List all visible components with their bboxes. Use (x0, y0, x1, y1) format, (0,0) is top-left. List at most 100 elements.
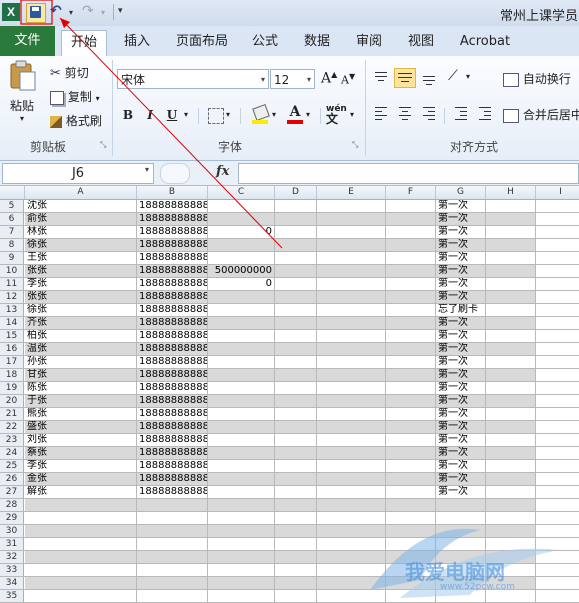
cell-g[interactable]: 第一次 (436, 447, 486, 459)
cell-d[interactable] (275, 421, 317, 433)
cell-g[interactable]: 第一次 (436, 291, 486, 303)
cell-c[interactable] (208, 200, 275, 212)
cell-c[interactable]: 500000000 (208, 265, 275, 277)
cell-h[interactable] (486, 395, 536, 407)
cell-d[interactable] (275, 473, 317, 485)
cell-h[interactable] (486, 265, 536, 277)
row-header[interactable]: 20 (0, 395, 24, 407)
cell-i[interactable] (536, 577, 579, 589)
cell-d[interactable] (275, 512, 317, 524)
tab-insert[interactable]: 插入 (118, 30, 156, 56)
row-header[interactable]: 13 (0, 304, 24, 316)
cell-i[interactable] (536, 304, 579, 316)
cell-b[interactable]: 18888888888 (137, 252, 208, 264)
cell-g[interactable]: 第一次 (436, 408, 486, 420)
row-header[interactable]: 24 (0, 447, 24, 459)
cell-b[interactable]: 18888888888 (137, 291, 208, 303)
cell-i[interactable] (536, 512, 579, 524)
cell-g[interactable] (436, 499, 486, 511)
fill-color-button[interactable] (252, 103, 270, 124)
row-header[interactable]: 23 (0, 434, 24, 446)
cell-a[interactable]: 盛张 (25, 421, 137, 433)
cell-a[interactable]: 沈张 (25, 200, 137, 212)
cell-b[interactable]: 18888888888 (137, 473, 208, 485)
cell-a[interactable]: 林张 (25, 226, 137, 238)
row-header[interactable]: 32 (0, 551, 24, 563)
formula-input[interactable] (238, 163, 579, 184)
cell-d[interactable] (275, 226, 317, 238)
cell-a[interactable]: 解张 (25, 486, 137, 498)
cell-e[interactable] (317, 421, 386, 433)
cell-i[interactable] (536, 278, 579, 290)
cell-d[interactable] (275, 460, 317, 472)
cell-c[interactable] (208, 317, 275, 329)
border-dropdown-icon[interactable]: ▾ (226, 110, 230, 119)
tab-home[interactable]: 开始 (61, 30, 107, 57)
cell-f[interactable] (386, 291, 436, 303)
cell-f[interactable] (386, 330, 436, 342)
cell-d[interactable] (275, 252, 317, 264)
name-box[interactable]: J6 (2, 163, 154, 184)
cell-f[interactable] (386, 226, 436, 238)
cell-e[interactable] (317, 356, 386, 368)
cell-f[interactable] (386, 473, 436, 485)
undo-dropdown-icon[interactable]: ▾ (69, 8, 73, 17)
cell-h[interactable] (486, 551, 536, 563)
cell-g[interactable]: 第一次 (436, 460, 486, 472)
cell-b[interactable]: 18888888888 (137, 356, 208, 368)
row-header[interactable]: 9 (0, 252, 24, 264)
cell-g[interactable]: 忘了刷卡 (436, 304, 486, 316)
row-header[interactable]: 17 (0, 356, 24, 368)
column-header-i[interactable]: I (536, 186, 579, 199)
cell-e[interactable] (317, 525, 386, 537)
cell-g[interactable]: 第一次 (436, 421, 486, 433)
column-header-a[interactable]: A (25, 186, 137, 199)
cell-a[interactable]: 金张 (25, 473, 137, 485)
cell-h[interactable] (486, 343, 536, 355)
cell-d[interactable] (275, 291, 317, 303)
format-painter-button[interactable]: 格式刷 (50, 112, 102, 129)
cell-b[interactable]: 18888888888 (137, 265, 208, 277)
cell-d[interactable] (275, 317, 317, 329)
cell-h[interactable] (486, 291, 536, 303)
cell-c[interactable] (208, 304, 275, 316)
cell-i[interactable] (536, 473, 579, 485)
cell-f[interactable] (386, 460, 436, 472)
cell-e[interactable] (317, 278, 386, 290)
cell-i[interactable] (536, 564, 579, 576)
row-header[interactable]: 34 (0, 577, 24, 589)
row-header[interactable]: 10 (0, 265, 24, 277)
cell-d[interactable] (275, 434, 317, 446)
cell-d[interactable] (275, 213, 317, 225)
cell-d[interactable] (275, 538, 317, 550)
cell-i[interactable] (536, 291, 579, 303)
cell-b[interactable] (137, 577, 208, 589)
cell-f[interactable] (386, 421, 436, 433)
cell-d[interactable] (275, 486, 317, 498)
cell-b[interactable]: 18888888888 (137, 486, 208, 498)
row-header[interactable]: 15 (0, 330, 24, 342)
shrink-font-button[interactable]: A▼ (341, 72, 355, 87)
cell-c[interactable] (208, 343, 275, 355)
cell-b[interactable]: 18888888888 (137, 447, 208, 459)
cell-c[interactable] (208, 395, 275, 407)
cell-e[interactable] (317, 317, 386, 329)
bold-button[interactable]: B (119, 106, 137, 124)
cell-e[interactable] (317, 395, 386, 407)
cell-g[interactable] (436, 590, 486, 602)
cell-g[interactable] (436, 538, 486, 550)
cell-i[interactable] (536, 369, 579, 381)
column-header-d[interactable]: D (275, 186, 317, 199)
cell-i[interactable] (536, 200, 579, 212)
cell-e[interactable] (317, 382, 386, 394)
cell-h[interactable] (486, 356, 536, 368)
tab-formulas[interactable]: 公式 (246, 30, 284, 56)
align-left-button[interactable] (372, 104, 390, 122)
row-header[interactable]: 5 (0, 200, 24, 212)
cell-d[interactable] (275, 382, 317, 394)
cell-e[interactable] (317, 499, 386, 511)
cell-b[interactable]: 18888888888 (137, 200, 208, 212)
cell-h[interactable] (486, 226, 536, 238)
cell-e[interactable] (317, 512, 386, 524)
cell-f[interactable] (386, 343, 436, 355)
